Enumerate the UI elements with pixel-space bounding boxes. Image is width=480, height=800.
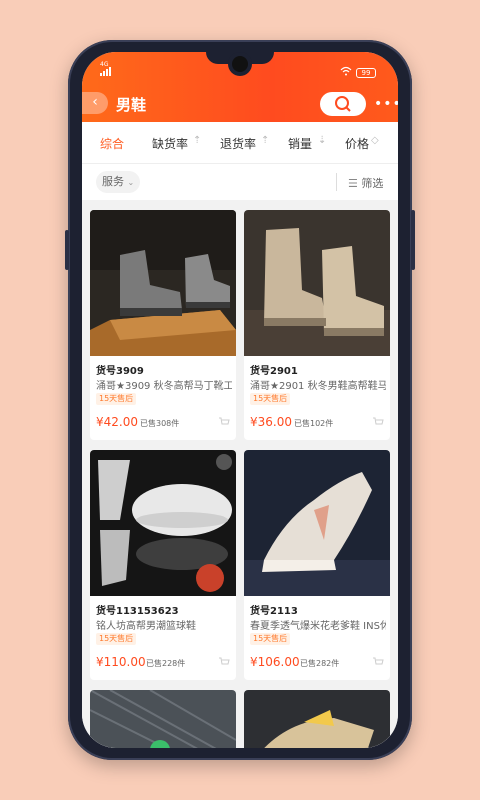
product-grid: 货号3909 涌哥★3909 秋冬高帮马丁靴工 15天售后 ¥42.00 已售3…	[82, 200, 398, 748]
product-sku: 货号113153623	[96, 606, 179, 617]
sort-return-rate[interactable]: 退货率	[220, 135, 256, 152]
product-price: ¥42.00	[96, 415, 138, 429]
chevron-down-icon: ⌄	[127, 178, 135, 187]
wifi-icon	[340, 66, 352, 79]
product-image	[90, 690, 236, 748]
filter-label: 筛选	[361, 177, 384, 190]
cart-icon[interactable]	[372, 417, 384, 427]
product-card[interactable]: 货号2113 春夏季透气爆米花老爹鞋 INS休 15天售后 ¥106.00 已售…	[244, 450, 390, 680]
service-filter-chip[interactable]: 服务 ⌄	[96, 171, 140, 193]
after-sales-badge: 15天售后	[96, 393, 137, 405]
signal-icon: 4G	[100, 61, 112, 76]
power-button	[411, 210, 415, 270]
sort-stockout-rate[interactable]: 缺货率	[152, 135, 188, 152]
product-card[interactable]	[244, 690, 390, 748]
product-price: ¥106.00	[250, 655, 300, 669]
sort-updown-icon: ◇	[371, 135, 379, 146]
divider	[336, 173, 337, 191]
product-description: 涌哥★3909 秋冬高帮马丁靴工	[96, 381, 232, 392]
after-sales-badge: 15天售后	[250, 633, 291, 645]
sort-arrow-icon: ⇡	[193, 135, 202, 146]
product-sku: 货号2113	[250, 606, 298, 617]
product-description: 涌哥★2901 秋冬男鞋高帮鞋马	[250, 381, 386, 392]
sort-bar: 综合 缺货率 ⇡ 退货率 ⇡ 销量 ⇣ 价格 ◇	[82, 122, 398, 164]
status-bar: 4G 99	[82, 52, 398, 82]
app-screen: 4G 99 ‹ 男鞋 ••• 综合 缺货率 ⇡ 退货率 ⇡ 销量 ⇣ 价格 ◇	[82, 52, 398, 748]
product-image	[90, 450, 236, 596]
sort-price[interactable]: 价格	[345, 135, 369, 152]
product-card[interactable]: 货号2901 涌哥★2901 秋冬男鞋高帮鞋马 15天售后 ¥36.00 已售1…	[244, 210, 390, 440]
volume-button	[65, 230, 69, 270]
product-sku: 货号2901	[250, 366, 298, 377]
cart-icon[interactable]	[218, 417, 230, 427]
search-button[interactable]	[320, 92, 366, 116]
after-sales-badge: 15天售后	[250, 393, 291, 405]
product-image	[244, 450, 390, 596]
sold-count: 已售102件	[294, 419, 334, 428]
product-description: 铭人坊高帮男潮篮球鞋	[96, 621, 196, 632]
page-title: 男鞋	[116, 96, 147, 114]
product-card[interactable]	[90, 690, 236, 748]
product-image	[90, 210, 236, 356]
camera-icon	[232, 56, 248, 72]
cart-icon[interactable]	[218, 657, 230, 667]
sort-sales[interactable]: 销量	[288, 135, 312, 152]
product-description: 春夏季透气爆米花老爹鞋 INS休	[250, 621, 386, 632]
chevron-left-icon: ‹	[92, 94, 98, 110]
sort-arrow-icon: ⇡	[261, 135, 270, 146]
product-card[interactable]: 货号3909 涌哥★3909 秋冬高帮马丁靴工 15天售后 ¥42.00 已售3…	[90, 210, 236, 440]
service-chip-label: 服务	[102, 175, 124, 188]
back-button[interactable]: ‹	[82, 92, 108, 114]
sort-comprehensive[interactable]: 综合	[100, 135, 124, 152]
battery-icon: 99	[356, 68, 376, 78]
product-card[interactable]: 货号113153623 铭人坊高帮男潮篮球鞋 15天售后 ¥110.00 已售2…	[90, 450, 236, 680]
product-price: ¥110.00	[96, 655, 146, 669]
search-icon	[335, 96, 351, 112]
sold-count: 已售282件	[300, 659, 340, 668]
sort-arrow-icon: ⇣	[318, 135, 327, 146]
sold-count: 已售308件	[140, 419, 180, 428]
filter-bar: 服务 ⌄ ☰ 筛选	[82, 164, 398, 200]
more-options-button[interactable]: •••	[374, 96, 398, 112]
app-header: 4G 99 ‹ 男鞋 •••	[82, 52, 398, 122]
filter-button[interactable]: ☰ 筛选	[348, 175, 383, 191]
product-image	[244, 210, 390, 356]
filter-icon: ☰	[348, 177, 358, 190]
sold-count: 已售228件	[146, 659, 186, 668]
product-image	[244, 690, 390, 748]
after-sales-badge: 15天售后	[96, 633, 137, 645]
cart-icon[interactable]	[372, 657, 384, 667]
product-price: ¥36.00	[250, 415, 292, 429]
product-sku: 货号3909	[96, 366, 144, 377]
